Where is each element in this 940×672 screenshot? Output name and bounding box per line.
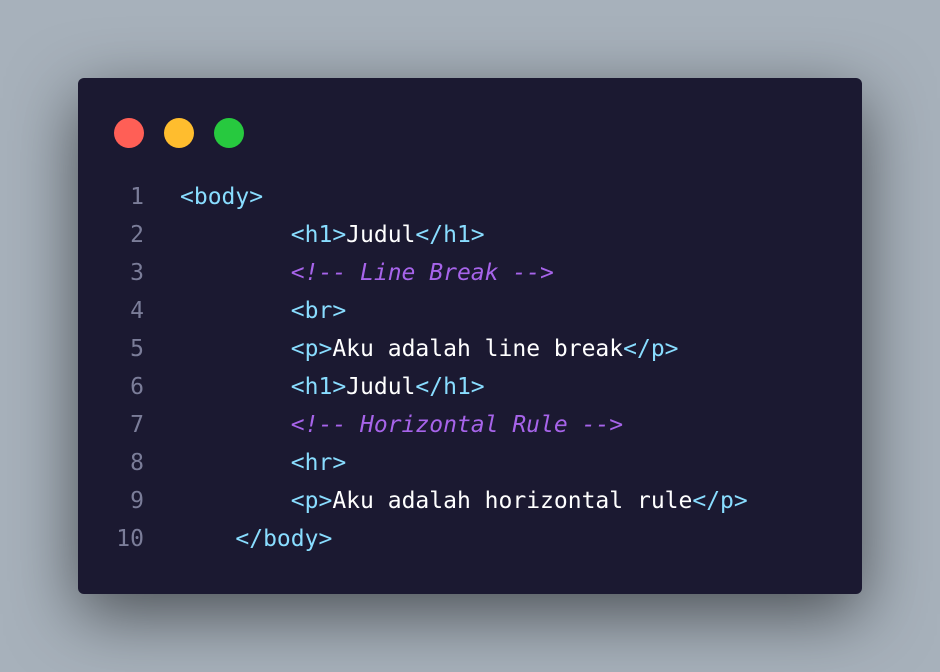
code-token-text: Judul bbox=[346, 374, 416, 400]
code-line: 3 <!-- Line Break --> bbox=[78, 254, 862, 292]
code-token-tag: </p> bbox=[692, 488, 748, 514]
code-token-text: Aku adalah line break bbox=[332, 336, 624, 362]
code-line-content: <body> bbox=[180, 178, 263, 216]
code-token-tag: </h1> bbox=[415, 222, 485, 248]
line-number: 2 bbox=[130, 222, 144, 248]
line-number: 8 bbox=[130, 450, 144, 476]
code-token-tag: <h1> bbox=[290, 374, 347, 400]
line-number: 4 bbox=[130, 298, 144, 324]
line-number: 1 bbox=[130, 184, 144, 210]
code-token-tag: <p> bbox=[290, 336, 333, 362]
code-token-text: Judul bbox=[346, 222, 416, 248]
code-line: 9 <p>Aku adalah horizontal rule</p> bbox=[78, 482, 862, 520]
code-token-tag: </body> bbox=[235, 526, 333, 552]
code-line: 2 <h1>Judul</h1> bbox=[78, 216, 862, 254]
code-line-content: <hr> bbox=[180, 444, 346, 482]
code-line-content: <h1>Judul</h1> bbox=[180, 368, 485, 406]
code-line-content: <br> bbox=[180, 292, 346, 330]
maximize-dot[interactable] bbox=[214, 118, 244, 148]
code-line: 1 <body> bbox=[78, 178, 862, 216]
code-line-content: <p>Aku adalah line break</p> bbox=[180, 330, 679, 368]
code-line: 7 <!-- Horizontal Rule --> bbox=[78, 406, 862, 444]
code-line-content: <p>Aku adalah horizontal rule</p> bbox=[180, 482, 748, 520]
line-number: 7 bbox=[130, 412, 144, 438]
code-token-text: Aku adalah horizontal rule bbox=[332, 488, 693, 514]
line-number: 10 bbox=[116, 526, 144, 552]
code-line-content: <!-- Horizontal Rule --> bbox=[180, 406, 623, 444]
code-block: 1 <body> 2 <h1>Judul</h1> 3 <!-- Line Break… bbox=[78, 178, 862, 558]
line-number: 9 bbox=[130, 488, 144, 514]
code-token-tag: <br> bbox=[290, 298, 347, 324]
code-line-content: <h1>Judul</h1> bbox=[180, 216, 485, 254]
code-token-tag: </p> bbox=[623, 336, 679, 362]
line-number: 5 bbox=[130, 336, 144, 362]
code-token-tag: <h1> bbox=[290, 222, 347, 248]
code-token-tag: <hr> bbox=[290, 450, 347, 476]
code-token-tag: <p> bbox=[290, 488, 333, 514]
minimize-dot[interactable] bbox=[164, 118, 194, 148]
code-line: 10 </body> bbox=[78, 520, 862, 558]
code-window: 1 <body> 2 <h1>Judul</h1> 3 <!-- Line Break… bbox=[78, 78, 862, 594]
code-line-content: <!-- Line Break --> bbox=[180, 254, 554, 292]
code-line-content: </body> bbox=[180, 520, 332, 558]
code-line: 5 <p>Aku adalah line break</p> bbox=[78, 330, 862, 368]
code-token-comment: <!-- Horizontal Rule --> bbox=[290, 412, 624, 438]
line-number: 3 bbox=[130, 260, 144, 286]
code-token-tag: </h1> bbox=[415, 374, 485, 400]
line-number: 6 bbox=[130, 374, 144, 400]
close-dot[interactable] bbox=[114, 118, 144, 148]
code-line: 4 <br> bbox=[78, 292, 862, 330]
code-line: 6 <h1>Judul</h1> bbox=[78, 368, 862, 406]
code-line: 8 <hr> bbox=[78, 444, 862, 482]
code-token-comment: <!-- Line Break --> bbox=[290, 260, 554, 286]
code-token-tag: <body> bbox=[180, 184, 264, 210]
